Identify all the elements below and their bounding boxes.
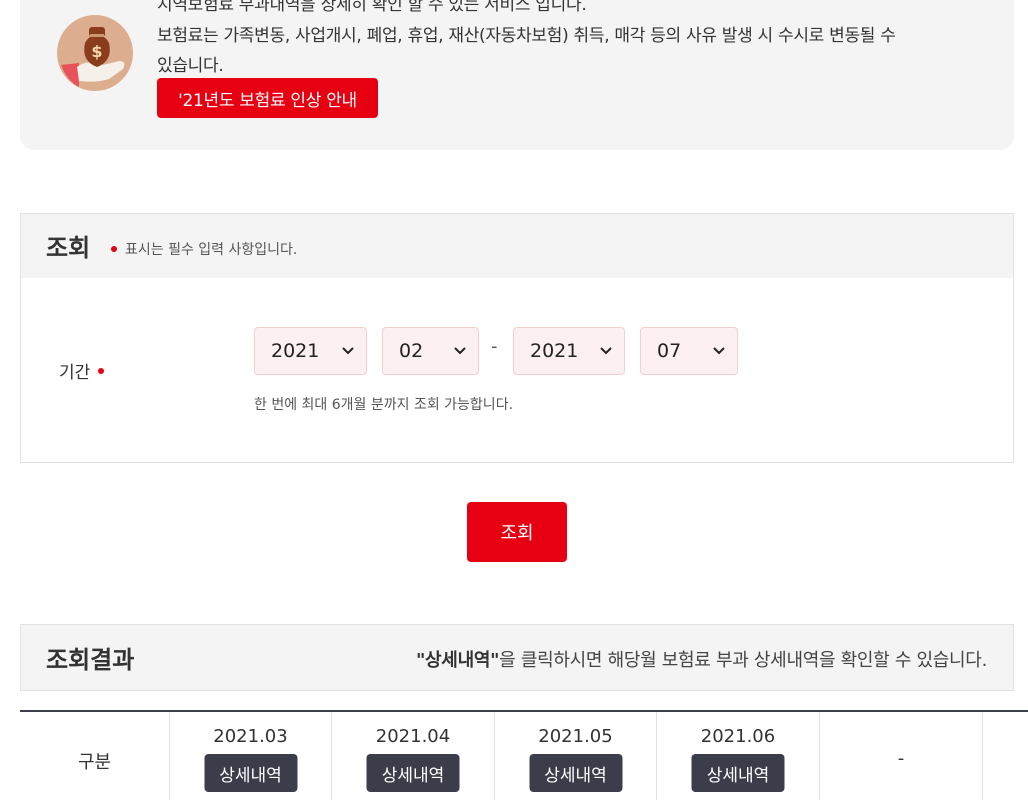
required-note: 표시는 필수 입력 사항입니다. [111, 239, 297, 259]
column-month: 2021.04 [375, 726, 451, 747]
detail-button[interactable]: 상세내역 [529, 754, 622, 792]
result-note: "상세내역"을 클릭하시면 해당월 보험료 부과 상세내역을 확인할 수 있습니… [416, 646, 987, 672]
chevron-down-icon [600, 347, 612, 355]
from-year-select[interactable]: 2021 [254, 327, 367, 375]
result-note-text: 을 클릭하시면 해당월 보험료 부과 상세내역을 확인할 수 있습니다. [499, 650, 987, 671]
period-label: 기간 [59, 358, 105, 383]
result-title: 조회결과 [46, 646, 135, 674]
table-column: 2021.06 상세내역 [657, 712, 820, 800]
required-dot-icon [98, 367, 105, 374]
chevron-down-icon [454, 347, 466, 355]
table-column-edge [983, 712, 1028, 800]
required-dot-icon [111, 246, 117, 252]
from-year-value: 2021 [271, 340, 320, 362]
result-note-emphasis: "상세내역" [415, 650, 500, 671]
info-text-line-1: 지역보험료 부과내역을 상세히 확인 할 수 있는 서비스 입니다. [157, 0, 587, 15]
query-title: 조회 [46, 234, 91, 262]
detail-button[interactable]: 상세내역 [691, 754, 785, 792]
period-separator: - [491, 336, 498, 357]
chevron-down-icon [713, 347, 725, 355]
from-month-select[interactable]: 02 [382, 327, 479, 375]
column-month: 2021.06 [700, 726, 776, 747]
period-hint: 한 번에 최대 6개월 분까지 조회 가능합니다. [254, 397, 514, 413]
money-bag-icon: $ [57, 15, 133, 91]
chevron-down-icon [342, 347, 354, 355]
table-column: 2021.03 상세내역 [170, 712, 332, 800]
query-form: 기간 2021 02 - 2021 07 한 번에 최대 6개월 분까지 조회 … [20, 278, 1014, 463]
svg-text:$: $ [91, 42, 102, 61]
row-header-label: 구분 [77, 752, 112, 773]
from-month-value: 02 [399, 340, 424, 362]
to-year-select[interactable]: 2021 [513, 327, 625, 375]
query-header: 조회 표시는 필수 입력 사항입니다. [20, 213, 1014, 279]
search-button[interactable]: 조회 [467, 502, 567, 562]
required-note-text: 표시는 필수 입력 사항입니다. [125, 242, 298, 258]
premium-increase-notice-button[interactable]: '21년도 보험료 인상 안내 [157, 78, 378, 118]
detail-button[interactable]: 상세내역 [204, 754, 297, 792]
result-table: 구분 2021.03 상세내역 2021.04 상세내역 2021.05 상세내… [20, 710, 1028, 802]
to-year-value: 2021 [530, 340, 579, 362]
info-text-line-3: 있습니다. [157, 56, 224, 76]
period-label-text: 기간 [59, 363, 91, 383]
to-month-value: 07 [657, 340, 682, 362]
table-column: 2021.05 상세내역 [495, 712, 657, 800]
detail-button[interactable]: 상세내역 [366, 754, 460, 792]
table-row-header: 구분 [20, 712, 170, 800]
table-column-empty: - [820, 712, 983, 800]
to-month-select[interactable]: 07 [640, 327, 738, 375]
info-text-line-2: 보험료는 가족변동, 사업개시, 폐업, 휴업, 재산(자동차보험) 취득, 매… [157, 26, 896, 46]
column-month: 2021.05 [538, 726, 613, 747]
empty-cell: - [897, 748, 905, 769]
column-month: 2021.03 [213, 726, 288, 747]
table-column: 2021.04 상세내역 [332, 712, 495, 800]
result-header: 조회결과 "상세내역"을 클릭하시면 해당월 보험료 부과 상세내역을 확인할 … [20, 624, 1014, 691]
